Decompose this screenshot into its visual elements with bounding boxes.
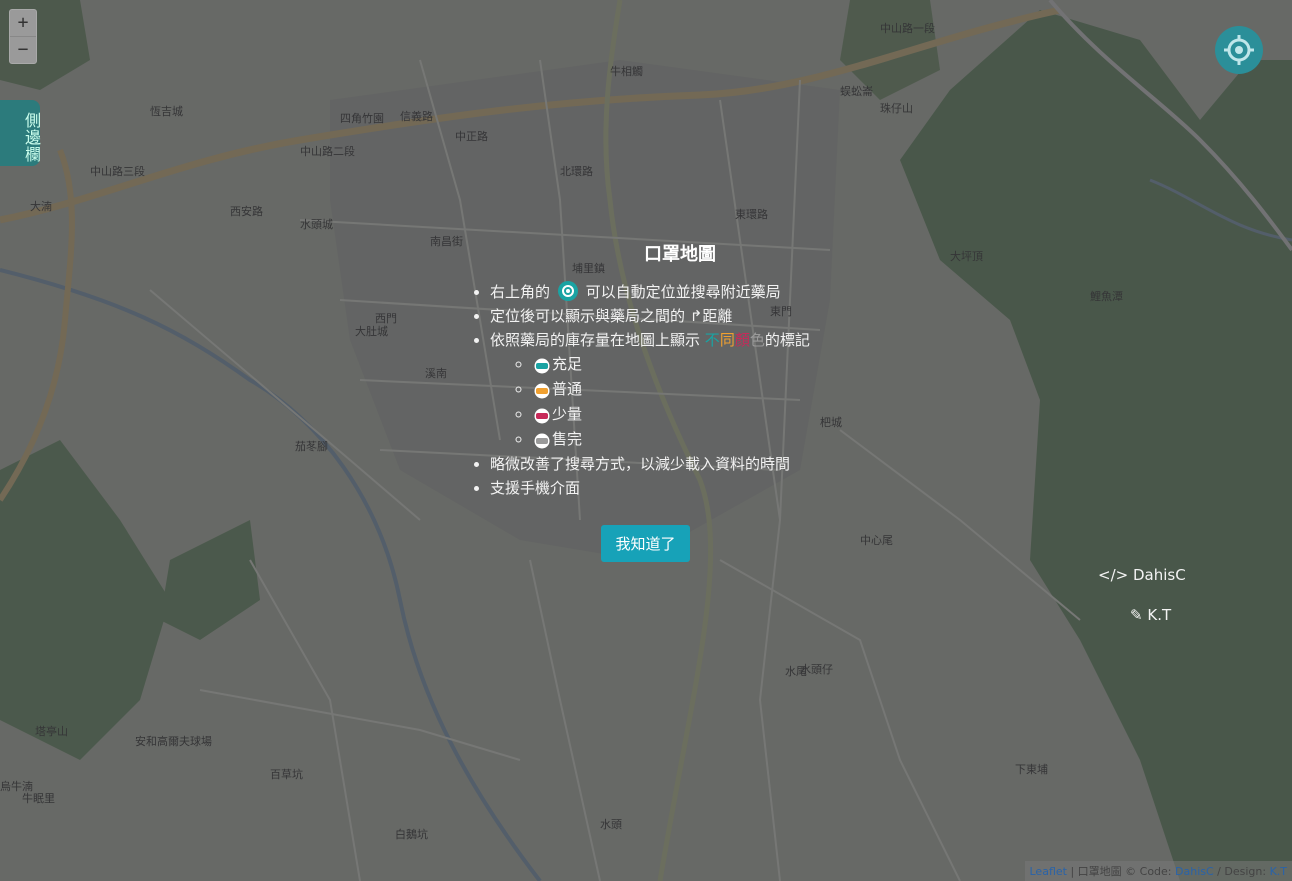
color-word: 同 xyxy=(719,331,735,349)
code-author-link[interactable]: DahisC xyxy=(1175,865,1214,878)
color-word: 不 xyxy=(704,331,720,349)
zoom-out-button[interactable]: − xyxy=(10,36,36,63)
list-item: 依照藥局的庫存量在地圖上顯示 不同顏色的標記 充足 普通 少量 售完 xyxy=(490,328,890,452)
feature-list: 右上角的 可以自動定位並搜尋附近藥局 定位後可以顯示與藥局之間的 ↱距離 依照藥… xyxy=(470,280,890,500)
code-icon: </> xyxy=(1098,566,1129,584)
sidebar-toggle-tab[interactable]: 側邊欄 xyxy=(0,100,41,166)
feature-text: 的標記 xyxy=(764,331,810,349)
locate-button[interactable] xyxy=(1215,26,1263,74)
leaflet-link[interactable]: Leaflet xyxy=(1030,865,1067,878)
color-word: 色 xyxy=(749,331,765,349)
mask-icon xyxy=(534,408,550,424)
code-credit[interactable]: </> DahisC xyxy=(1098,566,1186,584)
feature-text: 依照藥局的庫存量在地圖上顯示 xyxy=(490,331,701,349)
feature-text: 右上角的 xyxy=(490,283,551,301)
design-credit[interactable]: ✎ K.T xyxy=(1130,606,1171,624)
feature-text: 定位後可以顯示與藥局之間的 xyxy=(490,307,686,325)
feature-text: 可以自動定位並搜尋附近藥局 xyxy=(585,283,781,301)
legend-item: 少量 xyxy=(532,402,890,427)
modal-title: 口罩地圖 xyxy=(644,244,716,265)
list-item: 支援手機介面 xyxy=(490,476,890,500)
color-word: 顏 xyxy=(734,331,750,349)
design-author-link[interactable]: K.T xyxy=(1270,865,1287,878)
mask-icon xyxy=(534,433,550,449)
legend-item: 售完 xyxy=(532,427,890,452)
mask-icon xyxy=(534,358,550,374)
intro-modal: 口罩地圖 右上角的 可以自動定位並搜尋附近藥局 定位後可以顯示與藥局之間的 ↱距… xyxy=(470,240,890,500)
got-it-button[interactable]: 我知道了 xyxy=(601,525,690,562)
route-icon: ↱ xyxy=(689,307,703,325)
legend-item: 普通 xyxy=(532,377,890,402)
legend-list: 充足 普通 少量 售完 xyxy=(490,352,890,452)
legend-item: 充足 xyxy=(532,352,890,377)
list-item: 右上角的 可以自動定位並搜尋附近藥局 xyxy=(490,280,890,304)
zoom-control: + − xyxy=(9,9,37,64)
list-item: 定位後可以顯示與藥局之間的 ↱距離 xyxy=(490,304,890,328)
zoom-in-button[interactable]: + xyxy=(10,10,36,36)
mask-icon xyxy=(534,383,550,399)
crosshair-icon xyxy=(557,281,578,301)
pencil-icon: ✎ xyxy=(1130,606,1143,624)
crosshair-icon xyxy=(1224,35,1254,65)
feature-text: 距離 xyxy=(702,307,733,325)
list-item: 略微改善了搜尋方式，以減少載入資料的時間 xyxy=(490,452,890,476)
map-attribution: Leaflet | 口罩地圖 © Code: DahisC / Design: … xyxy=(1024,861,1292,881)
